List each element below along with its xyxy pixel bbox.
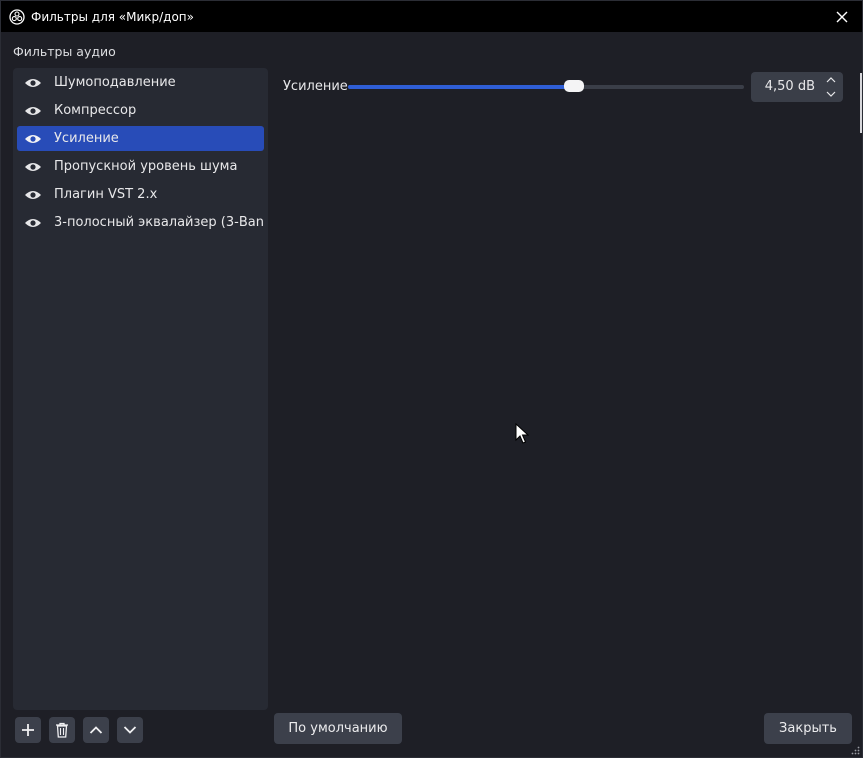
trash-icon — [56, 722, 68, 738]
eye-icon[interactable] — [24, 189, 42, 201]
gain-spinbox[interactable]: 4,50 dB — [751, 72, 843, 102]
eye-icon[interactable] — [24, 133, 42, 145]
audio-filters-heading: Фильтры аудио — [13, 44, 116, 59]
gain-value[interactable]: 4,50 dB — [751, 72, 817, 102]
mouse-cursor-icon — [515, 423, 529, 444]
filter-item-label: Компрессор — [54, 103, 137, 118]
close-button[interactable]: Закрыть — [764, 713, 852, 744]
move-filter-down-button[interactable] — [117, 717, 143, 743]
filter-item-noise-gate[interactable]: Пропускной уровень шума — [17, 154, 264, 179]
defaults-button[interactable]: По умолчанию — [274, 713, 402, 744]
close-window-button[interactable] — [822, 1, 862, 32]
gain-decrement-button[interactable] — [819, 87, 843, 102]
chevron-up-icon — [826, 77, 836, 83]
close-icon — [836, 11, 848, 22]
filter-list-toolbar — [15, 717, 143, 743]
filter-item-vst-plugin[interactable]: Плагин VST 2.x — [17, 182, 264, 207]
filter-item-compressor[interactable]: Компрессор — [17, 98, 264, 123]
eye-icon[interactable] — [24, 105, 42, 117]
move-filter-up-button[interactable] — [83, 717, 109, 743]
gain-increment-button[interactable] — [819, 72, 843, 87]
filters-window: Фильтры для «Микр/доп» Фильтры аудио Шум… — [0, 0, 863, 758]
gain-slider[interactable] — [348, 80, 744, 92]
gain-label: Усиление — [283, 79, 348, 94]
chevron-down-icon — [123, 726, 137, 734]
eye-icon[interactable] — [24, 77, 42, 89]
filter-item-3band-eq[interactable]: 3-полосный эквалайзер (3-Band E — [17, 210, 264, 235]
chevron-up-icon — [89, 726, 103, 734]
window-edge-mark — [860, 73, 862, 133]
add-filter-button[interactable] — [15, 717, 41, 743]
gain-slider-handle[interactable] — [563, 80, 584, 92]
gain-property-row: Усиление 4,50 dB — [283, 72, 843, 102]
filter-list[interactable]: Шумоподавление Компрессор Усиление Пропу… — [13, 68, 268, 710]
window-title: Фильтры для «Микр/доп» — [31, 9, 194, 24]
filter-item-gain[interactable]: Усиление — [17, 126, 264, 151]
remove-filter-button[interactable] — [49, 717, 75, 743]
gain-slider-fill — [348, 85, 574, 89]
filter-item-noise-suppression[interactable]: Шумоподавление — [17, 70, 264, 95]
filter-item-label: 3-полосный эквалайзер (3-Band E — [54, 215, 264, 230]
filter-item-label: Усиление — [54, 131, 119, 146]
plus-icon — [22, 724, 34, 736]
obs-logo-icon — [9, 8, 25, 25]
chevron-down-icon — [826, 91, 836, 97]
filter-item-label: Плагин VST 2.x — [54, 187, 158, 202]
resize-grip-icon[interactable] — [850, 745, 860, 755]
filter-item-label: Пропускной уровень шума — [54, 159, 238, 174]
eye-icon[interactable] — [24, 161, 42, 173]
filter-item-label: Шумоподавление — [54, 75, 176, 90]
title-bar: Фильтры для «Микр/доп» — [1, 1, 862, 32]
eye-icon[interactable] — [24, 217, 42, 229]
